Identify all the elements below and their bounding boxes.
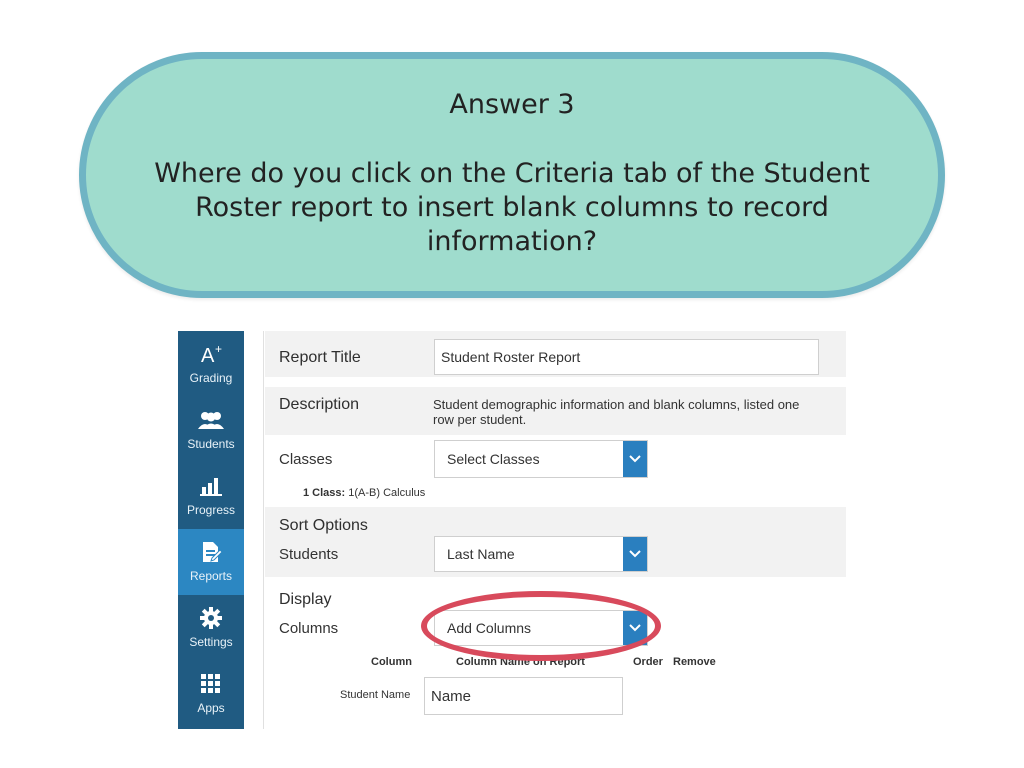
answer-callout: Answer 3 Where do you click on the Crite… <box>79 52 945 298</box>
gear-icon <box>178 607 244 629</box>
sidebar-divider <box>263 331 264 729</box>
student-name-row-label: Student Name <box>340 689 411 701</box>
progress-icon <box>178 475 244 497</box>
sidebar-item-progress[interactable]: Progress <box>178 463 244 529</box>
report-title-label: Report Title <box>279 349 361 366</box>
callout-question: Where do you click on the Criteria tab o… <box>154 158 870 257</box>
sidebar-item-grading[interactable]: A + Grading <box>178 331 244 397</box>
apps-grid-icon <box>178 673 244 695</box>
students-sort-label: Students <box>279 546 339 563</box>
classes-count-value: 1(A-B) Calculus <box>348 487 426 499</box>
students-sort-select[interactable]: Last Name <box>434 536 648 572</box>
sidebar-item-students[interactable]: Students <box>178 397 244 463</box>
sort-options-heading: Sort Options <box>279 517 368 534</box>
sidebar-item-label: Students <box>187 437 235 451</box>
app-screenshot: A + Grading Students Progress Reports Se… <box>178 331 846 731</box>
students-sort-value: Last Name <box>447 546 515 562</box>
chevron-down-icon[interactable] <box>623 441 647 477</box>
svg-text:A: A <box>201 345 215 365</box>
column-name-header: Column Name on Report <box>456 656 585 668</box>
add-columns-value: Add Columns <box>447 620 532 636</box>
sidebar-item-label: Settings <box>189 635 233 649</box>
report-title-input[interactable]: Student Roster Report <box>434 339 819 375</box>
description-label: Description <box>279 396 360 413</box>
chevron-down-icon[interactable] <box>623 537 647 571</box>
sidebar-item-label: Progress <box>186 503 236 517</box>
sidebar-item-label: Apps <box>197 701 225 715</box>
sidebar-item-label: Reports <box>189 569 233 583</box>
student-name-column-input[interactable]: Name <box>424 677 623 715</box>
sidebar-item-reports[interactable]: Reports <box>178 529 244 595</box>
classes-label: Classes <box>279 451 333 468</box>
students-icon <box>178 409 244 431</box>
sidebar-item-settings[interactable]: Settings <box>178 595 244 661</box>
order-header: Order <box>633 656 663 668</box>
display-heading: Display <box>279 591 332 608</box>
column-header: Column <box>371 656 412 668</box>
columns-label: Columns <box>279 620 339 637</box>
description-text: Student demographic information and blan… <box>433 397 800 427</box>
report-criteria-form: Report Title Student Roster Report Descr… <box>265 331 846 731</box>
classes-summary: 1 Class: 1(A-B) Calculus <box>303 487 425 499</box>
sidebar: A + Grading Students Progress Reports Se… <box>178 331 244 729</box>
reports-icon <box>178 541 244 563</box>
sidebar-item-apps[interactable]: Apps <box>178 661 244 727</box>
sidebar-item-label: Grading <box>189 371 233 385</box>
grading-icon: A + <box>178 343 244 365</box>
callout-title: Answer 3 <box>449 89 575 120</box>
add-columns-select[interactable]: Add Columns <box>434 610 648 646</box>
remove-header: Remove <box>673 656 716 668</box>
svg-text:+: + <box>215 343 222 356</box>
classes-select-value: Select Classes <box>447 451 540 467</box>
classes-select[interactable]: Select Classes <box>434 440 648 478</box>
classes-count-label: 1 Class: <box>303 487 346 499</box>
chevron-down-icon[interactable] <box>623 611 647 645</box>
